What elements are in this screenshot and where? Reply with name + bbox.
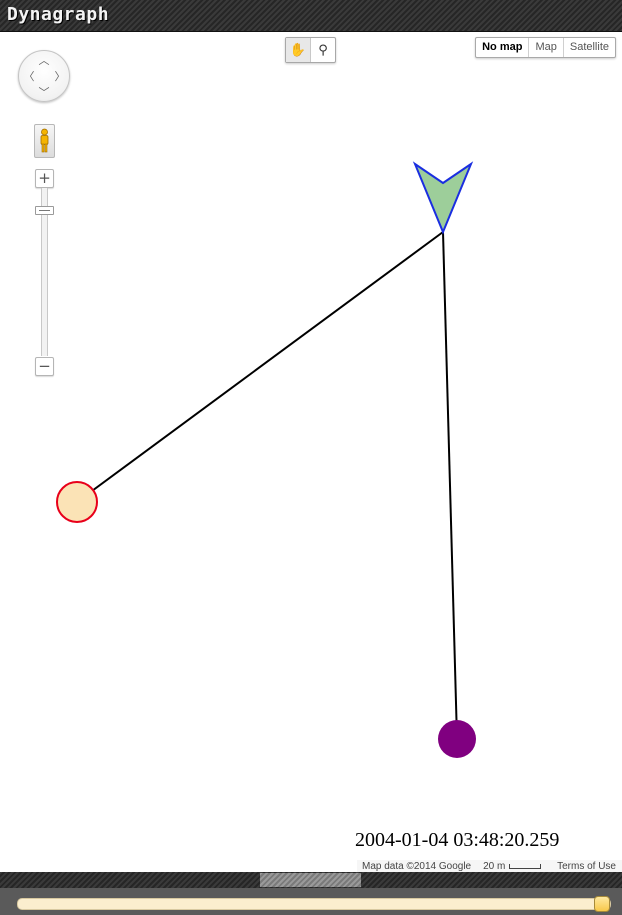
graph-edge <box>76 231 444 503</box>
timeline-slider-track[interactable] <box>17 898 611 910</box>
zoom-in-button[interactable]: + <box>35 169 54 188</box>
scale-bar <box>509 863 542 869</box>
terms-of-use-link[interactable]: Terms of Use <box>557 861 616 872</box>
street-view-pegman[interactable] <box>34 124 55 158</box>
pin-icon[interactable]: ⚲ <box>310 38 335 62</box>
map-type-satellite[interactable]: Satellite <box>562 38 615 57</box>
hand-icon[interactable]: ✋ <box>286 38 310 62</box>
timeline-slider-area <box>0 888 622 915</box>
chevron-left-icon[interactable]: 〈 <box>22 69 36 83</box>
map-data-credit: Map data ©2014 Google <box>362 860 472 872</box>
tool-group: ✋ ⚲ <box>285 37 336 63</box>
chevron-right-icon[interactable]: 〉 <box>53 69 67 83</box>
chevron-down-icon[interactable]: ﹀ <box>37 85 51 99</box>
pegman-icon <box>40 128 49 153</box>
arrow-node[interactable] <box>412 161 474 235</box>
scale-label: 20 m <box>483 860 506 872</box>
timestamp-label: 2004-01-04 03:48:20.259 <box>355 829 560 851</box>
purple-node[interactable] <box>438 720 476 758</box>
zoom-slider-thumb[interactable] <box>35 206 54 215</box>
scale-indicator: 20 m <box>483 860 542 872</box>
map-attribution: Map data ©2014 Google 20 m Terms of Use <box>357 860 622 872</box>
map-type-selector: No map Map Satellite <box>475 37 616 58</box>
timeline-slider-knob[interactable] <box>594 896 610 912</box>
timeline-window[interactable] <box>260 873 361 887</box>
chevron-up-icon[interactable]: ︿ <box>37 53 51 67</box>
zoom-out-button[interactable]: − <box>35 357 54 376</box>
map-type-map[interactable]: Map <box>528 38 562 57</box>
pan-control[interactable]: ︿ ﹀ 〈 〉 <box>18 50 70 102</box>
graph-edge <box>442 231 458 740</box>
circle-node[interactable] <box>56 481 98 523</box>
map-type-no-map[interactable]: No map <box>476 38 528 57</box>
timeline-overview[interactable] <box>0 872 622 888</box>
graph-layer <box>56 161 476 758</box>
